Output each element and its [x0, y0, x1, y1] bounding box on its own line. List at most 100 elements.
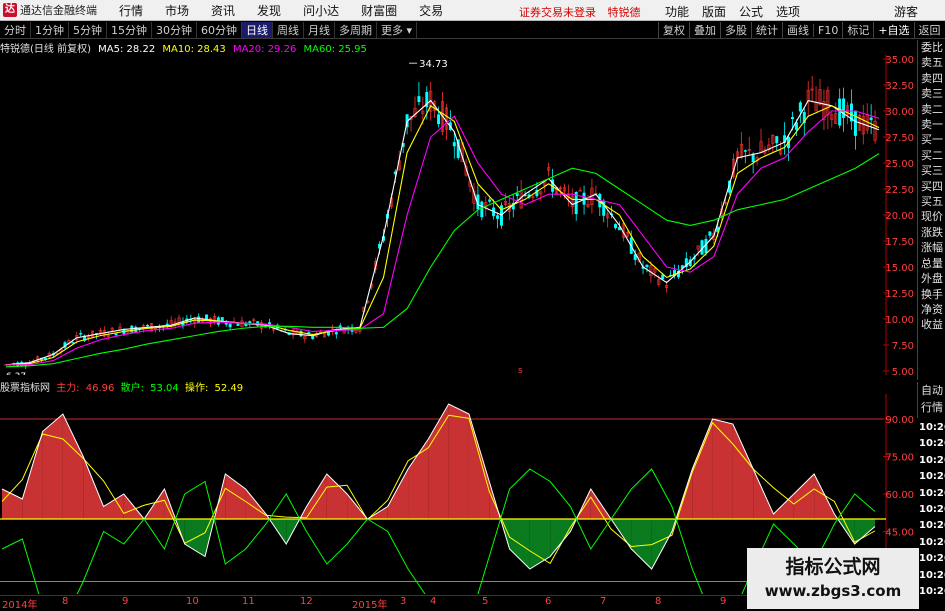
period-daily[interactable]: 日线: [242, 21, 273, 38]
price-tick-label: 12.50: [885, 289, 914, 300]
indicator-info-bar: 股票指标网 主力: 46.96 散户: 53.04 操作: 52.49: [0, 379, 246, 394]
candle-body: [311, 335, 315, 339]
operation-value: 52.49: [214, 383, 244, 394]
overlay-button[interactable]: 叠加: [689, 22, 720, 38]
indicator-tick-label: 90.00: [885, 415, 914, 426]
date-tick-label: 8: [62, 596, 69, 607]
side-label: 卖三: [921, 87, 943, 101]
area-segment: [326, 474, 348, 519]
time-label: 10:26: [919, 504, 945, 516]
time-label: 10:26: [919, 520, 945, 532]
candle-body: [775, 136, 779, 144]
side-label: 卖二: [921, 102, 943, 116]
price-tick-label: 25.00: [885, 159, 914, 170]
time-label: 10:26: [919, 536, 945, 548]
menu-layout[interactable]: 版面: [702, 3, 726, 20]
price-chart[interactable]: 35.00 32.50 30.00 27.50 25.00 22.50 20.00 17.50…: [0, 55, 917, 375]
side-label: 卖四: [921, 71, 943, 85]
chevron-down-icon: ▾: [403, 23, 413, 37]
menu-discover[interactable]: 发现: [257, 2, 281, 19]
period-30min[interactable]: 30分钟: [152, 21, 197, 38]
menu-market[interactable]: 市场: [165, 2, 189, 19]
indicator-tick-label: 75.00: [885, 453, 914, 464]
candle-body: [708, 231, 712, 236]
guest-user[interactable]: 游客: [894, 3, 918, 20]
menu-ask[interactable]: 问小达: [303, 2, 339, 19]
candle-body: [114, 333, 118, 336]
side-label: 换手: [921, 287, 943, 301]
menu-function[interactable]: 功能: [665, 3, 689, 20]
date-tick-label: 12: [300, 596, 313, 607]
menu-quotes[interactable]: 行情: [119, 2, 143, 19]
price-tick-label: 10.00: [885, 315, 914, 326]
mark-button[interactable]: 标记: [842, 22, 873, 38]
menu-wealth[interactable]: 财富圈: [361, 2, 397, 19]
price-tick-label: 5.00: [892, 367, 914, 375]
period-15min[interactable]: 15分钟: [107, 21, 152, 38]
menu-options[interactable]: 选项: [776, 3, 800, 20]
back-button[interactable]: 返回: [913, 22, 945, 38]
signal-mark: s: [518, 366, 523, 375]
time-label: 10:26: [919, 553, 945, 565]
date-tick-label: 11: [242, 596, 255, 607]
candle-body: [842, 98, 846, 119]
menu-trade[interactable]: 交易: [419, 2, 443, 19]
add-watchlist-button[interactable]: +自选: [873, 22, 913, 38]
login-status[interactable]: 证券交易未登录: [519, 6, 596, 19]
side-label: 委比: [921, 41, 943, 54]
candle-body: [515, 193, 519, 196]
period-monthly[interactable]: 月线: [304, 21, 335, 38]
restore-rights-button[interactable]: 复权: [658, 22, 689, 38]
login-notice[interactable]: 证券交易未登录 特锐德: [519, 4, 649, 20]
area-segment: [732, 424, 754, 519]
area-segment: [651, 519, 672, 569]
side-label: 涨幅: [921, 241, 943, 255]
side-label-auto[interactable]: 行情: [918, 399, 945, 416]
menu-formula[interactable]: 公式: [739, 3, 763, 20]
time-label: 10:26: [919, 438, 945, 450]
quote-side-panel: 委比 卖五 卖四 卖三 卖二 卖一 买一 买二 买三 买四 买五 现价 涨跌 涨幅 总量 外盘 换手 净资 收益: [917, 40, 945, 380]
price-tick-label: 22.50: [885, 185, 914, 196]
area-segment: [692, 419, 713, 519]
statistics-button[interactable]: 统计: [751, 22, 782, 38]
area-segment: [225, 474, 246, 519]
indicator-tick-label: 60.00: [885, 490, 914, 501]
side-label: 买一: [921, 133, 943, 147]
candle-body: [417, 96, 421, 102]
period-multi[interactable]: 多周期: [335, 21, 377, 38]
candle-body: [197, 316, 201, 323]
time-label: 10:26: [919, 454, 945, 466]
watermark-url: www.zbgs3.com: [764, 582, 902, 600]
date-tick-label: 5: [482, 596, 489, 607]
period-weekly[interactable]: 周线: [273, 21, 304, 38]
period-5min[interactable]: 5分钟: [69, 21, 107, 38]
app-title: 通达信金融终端: [20, 4, 97, 17]
side-label: 买二: [921, 148, 943, 162]
retail-value: 53.04: [150, 383, 179, 394]
area-segment: [408, 439, 429, 519]
draw-line-button[interactable]: 画线: [782, 22, 813, 38]
f10-button[interactable]: F10: [813, 23, 842, 37]
side-label: 买五: [921, 195, 943, 209]
period-1min[interactable]: 1分钟: [31, 21, 69, 38]
period-60min[interactable]: 60分钟: [197, 21, 242, 38]
menu-news[interactable]: 资讯: [211, 2, 235, 19]
side-label-auto[interactable]: 自动: [918, 382, 945, 399]
candlesticks: [4, 75, 877, 369]
multi-stock-button[interactable]: 多股: [720, 22, 751, 38]
period-time-share[interactable]: 分时: [0, 21, 31, 38]
candle-body: [790, 117, 794, 120]
candle-body: [452, 142, 456, 147]
auto-quote-panel[interactable]: 自动 行情: [917, 382, 945, 418]
main-force-value: 46.96: [85, 383, 115, 394]
area-segment: [550, 519, 571, 557]
price-tick-label: 20.00: [885, 211, 914, 222]
price-tick-label: 15.00: [885, 263, 914, 274]
menu-bar: 达 通达信金融终端 行情 市场 资讯 发现 问小达 财富圈 交易 证券交易未登录…: [0, 0, 945, 21]
candle-body: [480, 201, 484, 218]
chart-title: 特锐德(日线 前复权): [0, 44, 91, 55]
period-more[interactable]: 更多 ▾: [377, 21, 418, 38]
date-tick-label: 9: [122, 596, 129, 607]
side-label: 买三: [921, 164, 943, 178]
main-force-label: 主力:: [56, 383, 80, 394]
